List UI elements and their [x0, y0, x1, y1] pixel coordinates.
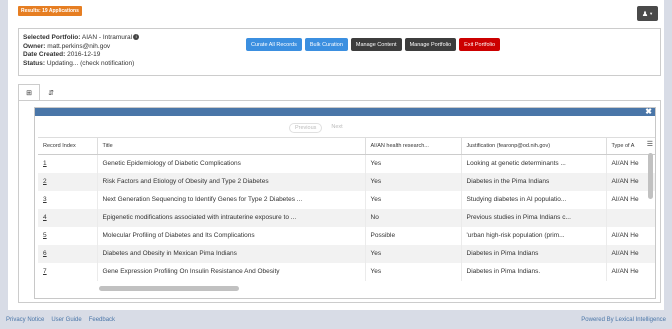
title-cell: Next Generation Sequencing to Identify G…: [97, 190, 366, 209]
tab-sort-view[interactable]: ⇵: [40, 84, 62, 101]
justification-cell: Looking at genetic determinants ...: [461, 154, 607, 173]
curate-all-records-button[interactable]: Curate All Records: [246, 38, 302, 51]
table-row[interactable]: 4 Epigenetic modifications associated wi…: [38, 208, 655, 227]
portfolio-info-panel: Selected Portfolio: AIAN - Intramural i O…: [18, 28, 661, 76]
view-tabs: ⊞ ⇵: [18, 84, 62, 101]
records-grid: ✖ Previous Next Record Index Title AI/AN…: [34, 107, 656, 299]
table-row[interactable]: 5 Molecular Profiling of Diabetes and It…: [38, 226, 655, 245]
type-cell: AI/AN He: [606, 262, 655, 281]
powered-by-link[interactable]: Powered By Lexical Intelligence: [581, 317, 666, 323]
aian-research-cell: Possible: [365, 226, 462, 245]
info-icon[interactable]: i: [133, 34, 140, 41]
record-index-link[interactable]: 4: [38, 208, 98, 227]
type-cell: AI/AN He: [606, 244, 655, 263]
title-cell: Molecular Profiling of Diabetes and Its …: [97, 226, 366, 245]
justification-cell: Diabetes in the Pima Indians: [461, 172, 607, 191]
record-index-link[interactable]: 7: [38, 262, 98, 281]
sort-icon: ⇵: [48, 89, 54, 97]
justification-cell: Diabetes in Pima Indians: [461, 244, 607, 263]
tab-content: ✖ Previous Next Record Index Title AI/AN…: [18, 101, 661, 303]
bulk-curation-button[interactable]: Bulk Curation: [304, 38, 348, 51]
type-cell: AI/AN He: [606, 226, 655, 245]
record-index-link[interactable]: 2: [38, 172, 98, 191]
record-index-link[interactable]: 3: [38, 190, 98, 209]
exit-portfolio-button[interactable]: Exit Portfolio: [459, 38, 501, 51]
previous-page-button[interactable]: Previous: [289, 123, 323, 133]
portfolio-details: Selected Portfolio: AIAN - Intramural i O…: [23, 34, 140, 69]
table-row[interactable]: 7 Gene Expression Profiling On Insulin R…: [38, 262, 655, 281]
column-menu-icon[interactable]: ☰: [646, 140, 653, 148]
tab-grid-view[interactable]: ⊞: [18, 84, 40, 101]
aian-research-cell: Yes: [365, 172, 462, 191]
record-index-link[interactable]: 5: [38, 226, 98, 245]
column-header-aian-research[interactable]: AI/AN health research...: [365, 137, 462, 155]
column-header-record-index[interactable]: Record Index: [38, 137, 98, 155]
justification-cell: 'urban high-risk population (prim...: [461, 226, 607, 245]
close-icon[interactable]: ✖: [645, 108, 652, 116]
results-badge: Results: 19 Applications: [18, 6, 82, 16]
footer: Privacy Notice User Guide Feedback Power…: [0, 310, 672, 329]
selected-portfolio-label: Selected Portfolio:: [23, 34, 81, 41]
justification-cell: Previous studies in Pima Indians c...: [461, 208, 607, 227]
table-row[interactable]: 3 Next Generation Sequencing to Identify…: [38, 190, 655, 209]
aian-research-cell: Yes: [365, 262, 462, 281]
vertical-scrollbar[interactable]: [648, 153, 653, 199]
type-cell: [606, 208, 655, 227]
status-label: Status:: [23, 60, 46, 68]
date-created-label: Date Created:: [23, 51, 66, 59]
record-index-link[interactable]: 6: [38, 244, 98, 263]
justification-cell: Studying diabetes in AI populatio...: [461, 190, 607, 209]
status-value: Updating... (check notification): [46, 60, 135, 68]
caret-down-icon: ▼: [649, 11, 654, 16]
owner-label: Owner:: [23, 42, 46, 50]
title-cell: Epigenetic modifications associated with…: [97, 208, 366, 227]
main-page: Results: 19 Applications ♟ ▼ Selected Por…: [8, 0, 664, 310]
table-row[interactable]: 1 Genetic Epidemiology of Diabetic Compl…: [38, 154, 655, 173]
table-header-row: Record Index Title AI/AN health research…: [38, 137, 655, 155]
grid-header-bar: ✖: [35, 108, 655, 116]
owner-value: matt.perkins@nih.gov: [47, 42, 111, 50]
aian-research-cell: Yes: [365, 154, 462, 173]
record-index-link[interactable]: 1: [38, 154, 98, 173]
privacy-notice-link[interactable]: Privacy Notice: [6, 317, 44, 323]
aian-research-cell: Yes: [365, 244, 462, 263]
manage-content-button[interactable]: Manage Content: [350, 38, 402, 51]
column-header-justification[interactable]: Justification (fearonp@od.nih.gov): [461, 137, 607, 155]
pager: Previous Next: [289, 123, 348, 133]
user-icon: ♟: [641, 10, 649, 18]
user-guide-link[interactable]: User Guide: [51, 317, 81, 323]
selected-portfolio-value: AIAN - Intramural: [81, 34, 133, 41]
column-header-title[interactable]: Title: [97, 137, 366, 155]
title-cell: Diabetes and Obesity in Mexican Pima Ind…: [97, 244, 366, 263]
table-row[interactable]: 2 Risk Factors and Etiology of Obesity a…: [38, 172, 655, 191]
justification-cell: Diabetes in Pima Indians.: [461, 262, 607, 281]
manage-portfolio-button[interactable]: Manage Portfolio: [404, 38, 457, 51]
title-cell: Risk Factors and Etiology of Obesity and…: [97, 172, 366, 191]
title-cell: Genetic Epidemiology of Diabetic Complic…: [97, 154, 366, 173]
aian-research-cell: No: [365, 208, 462, 227]
next-page-button[interactable]: Next: [326, 123, 347, 133]
title-cell: Gene Expression Profiling On Insulin Res…: [97, 262, 366, 281]
grid-icon: ⊞: [26, 89, 32, 97]
aian-research-cell: Yes: [365, 190, 462, 209]
table-row[interactable]: 6 Diabetes and Obesity in Mexican Pima I…: [38, 244, 655, 263]
horizontal-scrollbar[interactable]: [99, 286, 239, 291]
feedback-link[interactable]: Feedback: [89, 317, 115, 323]
date-created-value: 2016-12-19: [67, 51, 101, 59]
records-table: Record Index Title AI/AN health research…: [38, 137, 655, 281]
portfolio-actions: Curate All Records Bulk Curation Manage …: [246, 38, 501, 51]
user-menu-button[interactable]: ♟ ▼: [637, 6, 658, 21]
